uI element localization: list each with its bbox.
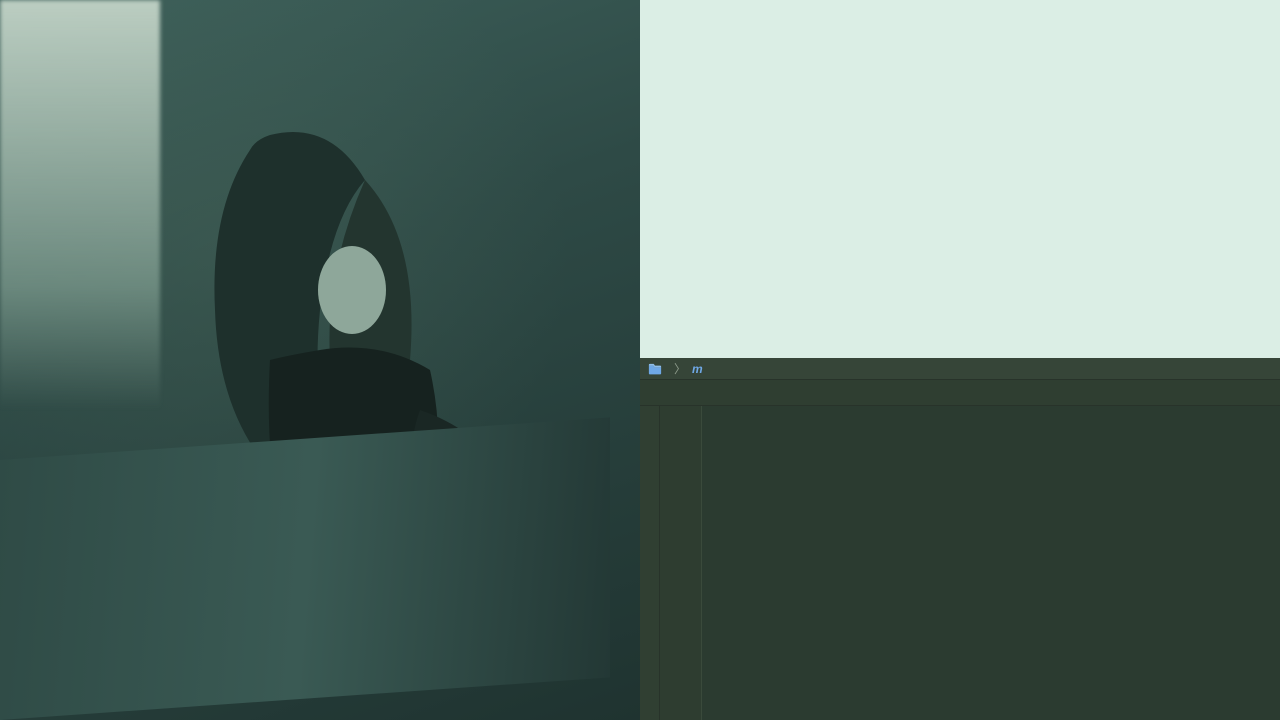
project-folder-icon xyxy=(648,363,662,375)
ide-panel: 〉 m xyxy=(640,358,1280,720)
journey-slide xyxy=(640,0,1280,358)
code-editor[interactable] xyxy=(660,406,1280,720)
editor-code[interactable] xyxy=(702,406,1280,720)
chevron-right-icon: 〉 xyxy=(674,360,686,377)
breadcrumb[interactable]: 〉 m xyxy=(640,358,1280,380)
course-thumbnail-photo xyxy=(0,0,640,720)
editor-tabs xyxy=(640,380,1280,406)
maven-file-icon: m xyxy=(692,362,703,376)
editor-gutter xyxy=(660,406,702,720)
ide-toolwindow-bar xyxy=(640,406,660,720)
